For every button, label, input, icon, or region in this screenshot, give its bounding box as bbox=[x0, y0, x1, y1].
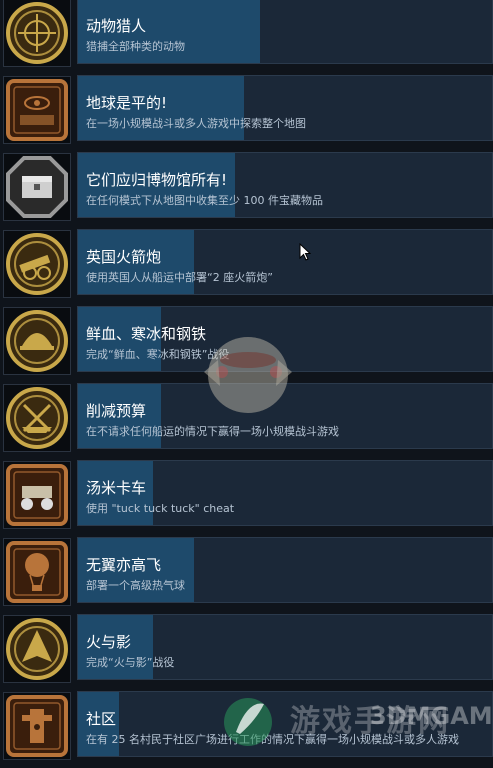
achievement-icon-frame bbox=[3, 153, 71, 221]
achievement-icon-frame bbox=[3, 230, 71, 298]
arrowhead-badge-icon bbox=[6, 618, 68, 680]
leaf-logo-icon bbox=[224, 698, 272, 746]
achievement-panel: 英国火箭炮使用英国人从船运中部署“2 座火箭炮” bbox=[77, 229, 493, 295]
crosshair-badge-icon bbox=[6, 2, 68, 64]
crossed-ship-badge-icon bbox=[6, 387, 68, 449]
treasure-chest-badge-icon bbox=[6, 156, 68, 218]
achievement-panel: 汤米卡车使用 "tuck tuck tuck" cheat bbox=[77, 460, 493, 526]
monster-truck-badge-icon bbox=[6, 464, 68, 526]
achievement-title: 鲜血、寒冰和钢铁 bbox=[86, 325, 207, 343]
achievement-title: 它们应归博物馆所有! bbox=[86, 171, 228, 189]
achievement-icon-frame bbox=[3, 615, 71, 683]
achievement-icon-frame bbox=[3, 76, 71, 144]
achievement-icon-frame bbox=[3, 307, 71, 375]
achievement-title: 英国火箭炮 bbox=[86, 248, 162, 266]
achievement-title: 社区 bbox=[86, 710, 117, 728]
achievement-title: 削减预算 bbox=[86, 402, 147, 420]
achievement-title: 无翼亦高飞 bbox=[86, 556, 162, 574]
achievement-title: 地球是平的! bbox=[86, 94, 168, 112]
achievement-icon-frame bbox=[3, 692, 71, 760]
achievement-icon-frame bbox=[3, 0, 71, 67]
achievement-description: 猎捕全部种类的动物 bbox=[86, 40, 185, 53]
achievement-panel: 无翼亦高飞部署一个高级热气球 bbox=[77, 537, 493, 603]
achievement-icon-frame bbox=[3, 461, 71, 529]
achievement-title: 火与影 bbox=[86, 633, 132, 651]
hot-air-balloon-badge-icon bbox=[6, 541, 68, 603]
achievement-description: 完成“火与影”战役 bbox=[86, 656, 175, 669]
achievement-panel: 火与影完成“火与影”战役 bbox=[77, 614, 493, 680]
totem-badge-icon bbox=[6, 695, 68, 757]
achievement-title: 动物猎人 bbox=[86, 17, 147, 35]
achievement-title: 汤米卡车 bbox=[86, 479, 147, 497]
achievement-description: 在不请求任何船运的情况下赢得一场小规模战斗游戏 bbox=[86, 425, 339, 438]
rocket-cannon-badge-icon bbox=[6, 233, 68, 295]
achievement-row[interactable]: 汤米卡车使用 "tuck tuck tuck" cheat bbox=[0, 460, 493, 535]
achievement-description: 使用 "tuck tuck tuck" cheat bbox=[86, 502, 235, 515]
achievement-row[interactable]: 无翼亦高飞部署一个高级热气球 bbox=[0, 537, 493, 612]
achievement-panel: 它们应归博物馆所有! 在任何模式下从地图中收集至少 100 件宝藏物品 bbox=[77, 152, 493, 218]
achievement-row[interactable]: 英国火箭炮使用英国人从船运中部署“2 座火箭炮” bbox=[0, 229, 493, 304]
achievement-icon-frame bbox=[3, 384, 71, 452]
achievement-row[interactable]: 它们应归博物馆所有! 在任何模式下从地图中收集至少 100 件宝藏物品 bbox=[0, 152, 493, 227]
achievement-icon-frame bbox=[3, 538, 71, 606]
mouse-cursor-icon bbox=[299, 243, 311, 261]
achievement-description: 在任何模式下从地图中收集至少 100 件宝藏物品 bbox=[86, 194, 323, 207]
eye-map-badge-icon bbox=[6, 79, 68, 141]
mascot-watermark-icon bbox=[204, 337, 292, 413]
watermark-subtext: 3DMGAME bbox=[370, 702, 493, 730]
achievement-description: 部署一个高级热气球 bbox=[86, 579, 185, 592]
site-watermark: 游戏手游网 3DMGAME bbox=[220, 678, 493, 753]
achievement-row[interactable]: 地球是平的! 在一场小规模战斗或多人游戏中探索整个地图 bbox=[0, 75, 493, 150]
achievement-row[interactable]: 动物猎人猎捕全部种类的动物 bbox=[0, 0, 493, 73]
helmet-badge-icon bbox=[6, 310, 68, 372]
achievement-panel: 动物猎人猎捕全部种类的动物 bbox=[77, 0, 493, 64]
achievement-panel: 地球是平的! 在一场小规模战斗或多人游戏中探索整个地图 bbox=[77, 75, 493, 141]
achievement-description: 使用英国人从船运中部署“2 座火箭炮” bbox=[86, 271, 273, 284]
achievement-description: 在一场小规模战斗或多人游戏中探索整个地图 bbox=[86, 117, 306, 130]
